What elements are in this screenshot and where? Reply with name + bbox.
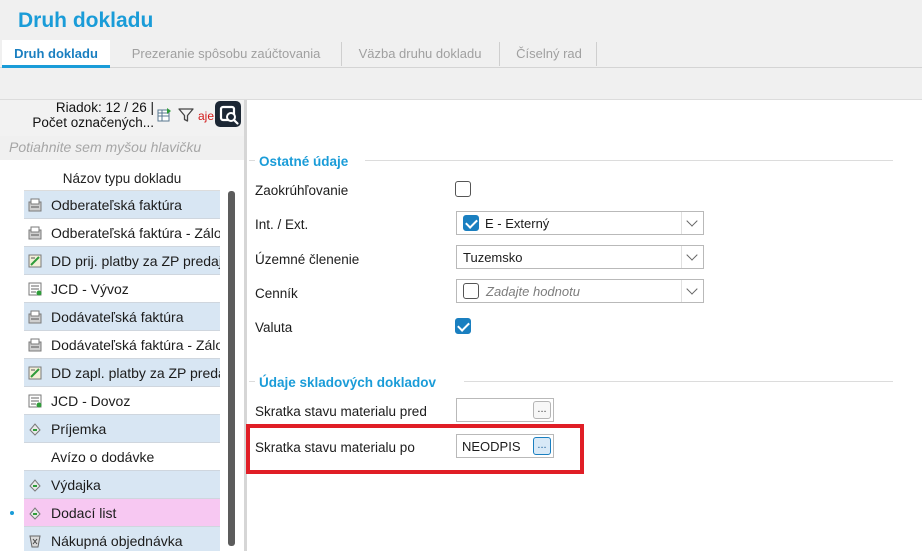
chevron-down-icon[interactable]: [681, 280, 703, 302]
quick-search-button[interactable]: [215, 101, 241, 127]
section-skladove-doklady: Údaje skladových dokladov: [259, 375, 437, 390]
pricelist-checkbox[interactable]: [463, 283, 479, 299]
table-row[interactable]: Dodávateľská faktúra - Zálohová: [24, 331, 220, 359]
export-grid-icon[interactable]: [157, 107, 173, 123]
row-label: DD zapl. platby za ZP predaj: [51, 365, 220, 381]
customs-doc-icon: [28, 282, 42, 296]
int-ext-select[interactable]: E - Externý: [456, 211, 704, 235]
customs-doc-icon: [28, 394, 42, 408]
receipt-icon: [29, 507, 41, 520]
tab-vazba-druhu-dokladu[interactable]: Väzba druhu dokladu: [348, 40, 492, 68]
label-currency: Valuta: [255, 320, 293, 335]
invoice-icon: [28, 198, 42, 212]
table-row[interactable]: Dodávateľská faktúra: [24, 303, 220, 331]
row-label: DD prij. platby za ZP predaj: [51, 253, 220, 269]
table-row[interactable]: JCD - Vývoz: [24, 275, 220, 303]
invoice-icon: [28, 226, 42, 240]
tab-separator: [596, 42, 597, 66]
group-by-hint[interactable]: Potiahnite sem myšou hlavičku: [0, 136, 244, 160]
rounding-checkbox[interactable]: [455, 181, 471, 197]
row-label: Dodávateľská faktúra - Zálohová: [51, 337, 220, 353]
quick-search-icon: [219, 105, 239, 125]
territorial-value: Tuzemsko: [463, 250, 523, 265]
currency-checkbox[interactable]: [455, 318, 471, 334]
label-pricelist: Cenník: [255, 286, 298, 301]
payment-doc-icon: [28, 366, 42, 380]
grid-status: Riadok: 12 / 26 | Počet označených...: [20, 100, 154, 130]
table-row[interactable]: Výdajka: [24, 471, 220, 499]
row-label: Výdajka: [51, 477, 101, 493]
marked-counter: Počet označených...: [32, 115, 154, 130]
table-row-selected[interactable]: Dodací list: [24, 499, 220, 527]
table-row[interactable]: Nákupná objednávka: [24, 527, 220, 551]
toolbar-band: [0, 68, 922, 100]
section-line: [464, 381, 893, 382]
label-material-before: Skratka stavu materialu pred: [255, 404, 427, 419]
table-row[interactable]: DD prij. platby za ZP predaj: [24, 247, 220, 275]
section-line: [365, 160, 893, 161]
label-rounding: Zaokrúhľovanie: [255, 183, 349, 198]
int-ext-checkbox[interactable]: [463, 215, 479, 231]
column-header-nazov[interactable]: Názov typu dokladu: [24, 166, 220, 191]
tab-separator: [341, 42, 342, 66]
payment-doc-icon: [28, 254, 42, 268]
int-ext-value: E - Externý: [485, 216, 550, 231]
grid-toolbar: Riadok: 12 / 26 | Počet označených... aj…: [0, 100, 244, 136]
label-int-ext: Int. / Ext.: [255, 217, 309, 232]
territorial-select[interactable]: Tuzemsko: [456, 245, 704, 269]
section-line: [249, 381, 255, 382]
material-before-browse-button[interactable]: ...: [533, 401, 551, 419]
document-type-grid: Riadok: 12 / 26 | Počet označených... aj…: [0, 100, 244, 551]
tab-ciselny-rad[interactable]: Číselný rad: [505, 40, 593, 68]
highlight-annotation: [246, 424, 584, 474]
table-row[interactable]: Odberateľská faktúra - Zálohová: [24, 219, 220, 247]
row-label: JCD - Vývoz: [51, 281, 129, 297]
row-label: Dodací list: [51, 505, 117, 521]
section-ostatne-udaje: Ostatné údaje: [259, 154, 349, 169]
chevron-down-icon[interactable]: [681, 212, 703, 234]
pricelist-select[interactable]: Zadajte hodnotu: [456, 279, 704, 303]
current-row-indicator: [10, 511, 14, 515]
table-row[interactable]: Avízo o dodávke: [24, 443, 220, 471]
table-row[interactable]: Odberateľská faktúra: [24, 191, 220, 219]
row-label: Príjemka: [51, 421, 107, 437]
grid-scrollbar[interactable]: [228, 191, 235, 546]
order-icon: [29, 535, 41, 548]
receipt-icon: [29, 479, 41, 492]
tab-prezeranie-zauctovania[interactable]: Prezeranie spôsobu zaúčtovania: [118, 40, 334, 68]
invoice-icon: [28, 338, 42, 352]
table-row[interactable]: JCD - Dovoz: [24, 387, 220, 415]
material-before-field[interactable]: ...: [456, 398, 554, 422]
row-label: Avízo o dodávke: [51, 449, 155, 465]
row-label: Nákupná objednávka: [51, 533, 183, 549]
tab-bar: Druh dokladu Prezeranie spôsobu zaúčtova…: [0, 40, 922, 68]
tab-druh-dokladu[interactable]: Druh dokladu: [2, 40, 110, 68]
section-line: [249, 160, 255, 161]
table-row[interactable]: Príjemka: [24, 415, 220, 443]
label-territorial: Územné členenie: [255, 252, 360, 267]
row-label: Odberateľská faktúra - Zálohová: [51, 225, 220, 241]
table-row[interactable]: DD zapl. platby za ZP predaj: [24, 359, 220, 387]
row-label: Dodávateľská faktúra: [51, 309, 184, 325]
tab-separator: [499, 42, 500, 66]
receipt-icon: [29, 423, 41, 436]
active-filter-text[interactable]: aje: [198, 109, 214, 123]
row-label: Odberateľská faktúra: [51, 197, 182, 213]
title-bar: Druh dokladu: [0, 0, 922, 40]
pricelist-placeholder: Zadajte hodnotu: [486, 284, 580, 299]
row-counter: Riadok: 12 / 26 |: [55, 100, 154, 115]
row-label: JCD - Dovoz: [51, 393, 131, 409]
panel-splitter[interactable]: [244, 100, 247, 551]
filter-icon[interactable]: [178, 107, 194, 123]
invoice-icon: [28, 310, 42, 324]
page-title: Druh dokladu: [18, 9, 154, 32]
chevron-down-icon[interactable]: [681, 246, 703, 268]
